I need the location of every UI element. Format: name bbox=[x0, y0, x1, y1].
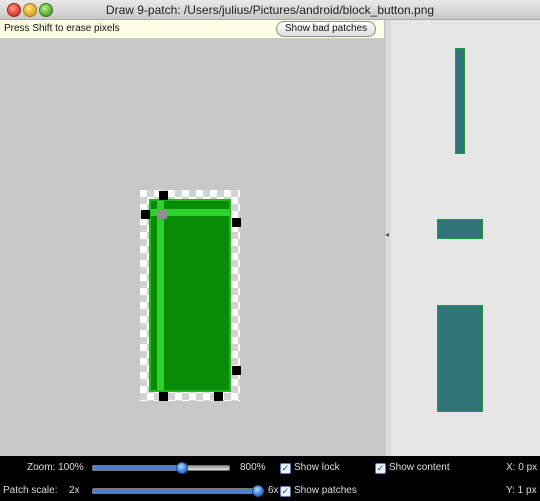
title-bar[interactable]: Draw 9-patch: /Users/julius/Pictures/and… bbox=[0, 0, 540, 20]
zoom-slider-fill bbox=[93, 466, 182, 470]
show-patches-label: Show patches bbox=[294, 485, 357, 496]
split-pane-divider[interactable]: ◂ bbox=[384, 20, 391, 456]
window-title: Draw 9-patch: /Users/julius/Pictures/and… bbox=[105, 3, 435, 17]
hint-bar: Press Shift to erase pixels Show bad pat… bbox=[0, 20, 384, 39]
hint-text: Press Shift to erase pixels bbox=[4, 23, 120, 34]
preview-vertical-stretch bbox=[455, 48, 465, 154]
bottom-content-marker-left[interactable] bbox=[159, 392, 168, 401]
show-content-label: Show content bbox=[389, 462, 450, 473]
show-lock-checkbox[interactable]: ✓ bbox=[280, 463, 291, 474]
y-coordinate-readout: Y: 1 px bbox=[506, 485, 537, 496]
right-content-marker-top[interactable] bbox=[232, 218, 241, 227]
right-content-marker-bottom[interactable] bbox=[232, 366, 241, 375]
patch-scale-slider-knob[interactable] bbox=[252, 485, 264, 497]
show-patches-checkbox[interactable]: ✓ bbox=[280, 486, 291, 497]
x-coordinate-readout: X: 0 px bbox=[506, 462, 538, 473]
top-patch-marker[interactable] bbox=[159, 191, 168, 200]
patch-scale-label: Patch scale: bbox=[3, 485, 58, 496]
show-bad-patches-button[interactable]: Show bad patches bbox=[276, 21, 376, 37]
zoom-max-label: 800% bbox=[240, 462, 266, 473]
patch-scale-min-label: 2x bbox=[69, 485, 80, 496]
zoom-slider[interactable] bbox=[92, 462, 230, 474]
status-controls: Zoom: 100% 800% Patch scale: 2x 6x ✓ Sho… bbox=[0, 456, 540, 501]
draw9patch-window: Draw 9-patch: /Users/julius/Pictures/and… bbox=[0, 0, 540, 501]
nine-patch-image[interactable] bbox=[140, 190, 241, 401]
patch-scale-slider[interactable] bbox=[92, 485, 264, 497]
preview-pane bbox=[391, 20, 540, 456]
stretch-col-highlight bbox=[157, 201, 164, 390]
show-content-checkbox[interactable]: ✓ bbox=[375, 463, 386, 474]
show-lock-label: Show lock bbox=[294, 462, 340, 473]
editor-canvas[interactable] bbox=[0, 38, 384, 456]
patch-scale-slider-fill bbox=[93, 489, 257, 493]
splitter-grip-icon[interactable]: ◂ bbox=[385, 230, 389, 239]
preview-horizontal-stretch bbox=[437, 219, 483, 239]
left-patch-marker[interactable] bbox=[141, 210, 150, 219]
zoom-slider-knob[interactable] bbox=[176, 462, 189, 474]
patch-scale-max-label: 6x bbox=[268, 485, 279, 496]
patch-intersection bbox=[158, 210, 167, 219]
zoom-label: Zoom: 100% bbox=[27, 462, 84, 473]
preview-both-stretch bbox=[437, 305, 483, 412]
bottom-content-marker-right[interactable] bbox=[214, 392, 223, 401]
